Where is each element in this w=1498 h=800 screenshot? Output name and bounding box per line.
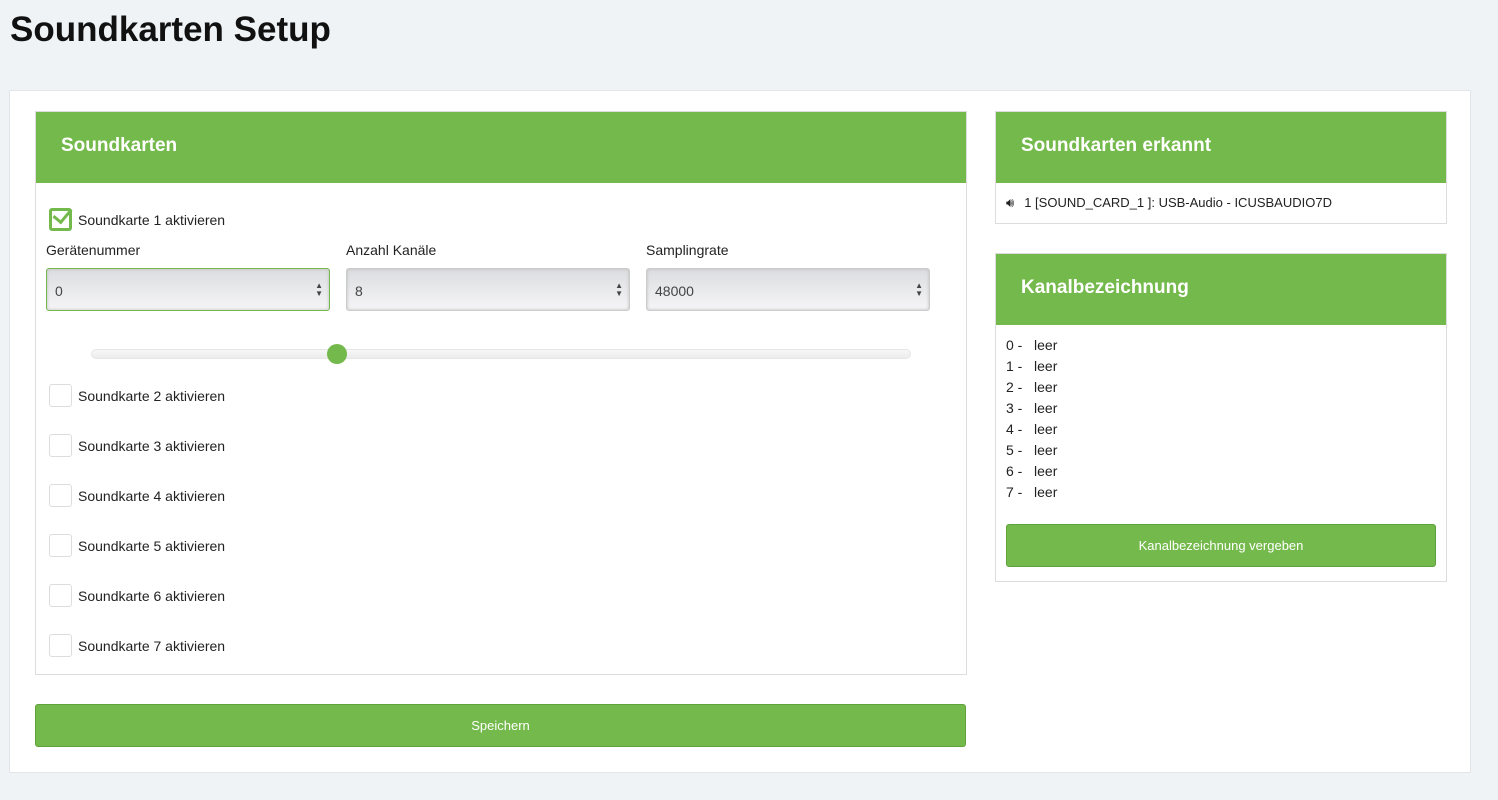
channel-count-label: Anzahl Kanäle bbox=[346, 242, 437, 258]
channel-name: leer bbox=[1034, 400, 1058, 416]
checkbox-label: Soundkarte 6 aktivieren bbox=[78, 587, 226, 604]
channel-item: 3 - leer bbox=[1006, 400, 1057, 416]
slider-track[interactable] bbox=[91, 344, 911, 364]
soundcard-7-checkbox[interactable]: Soundkarte 7 aktivieren bbox=[49, 634, 225, 657]
checkbox-icon[interactable] bbox=[49, 208, 72, 231]
slider-thumb[interactable] bbox=[327, 344, 348, 364]
save-button[interactable]: Speichern bbox=[35, 704, 966, 747]
select-arrows-icon: ▲ ▼ bbox=[915, 281, 923, 298]
channel-number: 4 - bbox=[1006, 421, 1023, 437]
channel-number: 0 - bbox=[1006, 337, 1023, 353]
soundcard-2-checkbox[interactable]: Soundkarte 2 aktivieren bbox=[49, 384, 225, 407]
device-number-select[interactable]: 0 ▲ ▼ bbox=[46, 268, 330, 311]
sampling-rate-label: Samplingrate bbox=[646, 242, 729, 258]
detected-card: 1 [SOUND_CARD_1 ]: USB-Audio - ICUSBAUDI… bbox=[1024, 195, 1332, 210]
channel-name: leer bbox=[1034, 484, 1058, 500]
checkbox-label: Soundkarte 7 aktivieren bbox=[78, 637, 226, 654]
channel-name: leer bbox=[1034, 442, 1058, 458]
channel-name: leer bbox=[1034, 421, 1058, 437]
soundcard-3-checkbox[interactable]: Soundkarte 3 aktivieren bbox=[49, 434, 225, 457]
checkbox-label: Soundkarte 1 aktivieren bbox=[78, 211, 226, 228]
page-title: Soundkarten Setup bbox=[10, 10, 331, 49]
channel-name: leer bbox=[1034, 337, 1058, 353]
checkbox-icon[interactable] bbox=[49, 634, 72, 657]
checkbox-icon[interactable] bbox=[49, 534, 72, 557]
main-container: Soundkarten Soundkarte 1 aktivieren Sound… bbox=[9, 90, 1471, 773]
channel-item: 0 - leer bbox=[1006, 337, 1057, 353]
select-value: 0 bbox=[55, 283, 63, 299]
channel-number: 7 - bbox=[1006, 484, 1023, 500]
channel-count-select[interactable]: 8 ▲ ▼ bbox=[346, 268, 630, 311]
channel-panel: Kanalbezeichnung 0 - leer 1 - leer 2 - lee… bbox=[995, 253, 1447, 582]
checkbox-icon[interactable] bbox=[49, 384, 72, 407]
soundcard-5-checkbox[interactable]: Soundkarte 5 aktivieren bbox=[49, 534, 225, 557]
checkbox-label: Soundkarte 4 aktivieren bbox=[78, 487, 226, 504]
select-arrows-icon: ▲ ▼ bbox=[615, 281, 623, 298]
channel-item: 5 - leer bbox=[1006, 442, 1057, 458]
checkbox-label: Soundkarte 3 aktivieren bbox=[78, 437, 226, 454]
sampling-rate-select[interactable]: 48000 ▲ ▼ bbox=[646, 268, 930, 311]
select-arrows-icon: ▲ ▼ bbox=[315, 281, 323, 298]
channel-number: 5 - bbox=[1006, 442, 1023, 458]
checkbox-icon[interactable] bbox=[49, 584, 72, 607]
channel-header: Kanalbezeichnung bbox=[996, 254, 1446, 325]
channel-name: leer bbox=[1034, 463, 1058, 479]
channel-item: 4 - leer bbox=[1006, 421, 1057, 437]
channel-item: 1 - leer bbox=[1006, 358, 1057, 374]
checkbox-label: Soundkarte 2 aktivieren bbox=[78, 387, 226, 404]
channel-number: 6 - bbox=[1006, 463, 1023, 479]
soundcard-1-checkbox[interactable]: Soundkarte 1 aktivieren bbox=[49, 208, 225, 231]
soundcard-6-checkbox[interactable]: Soundkarte 6 aktivieren bbox=[49, 584, 225, 607]
checkbox-icon[interactable] bbox=[49, 484, 72, 507]
select-value: 48000 bbox=[655, 283, 694, 299]
channel-item: 2 - leer bbox=[1006, 379, 1057, 395]
soundcards-panel: Soundkarten Soundkarte 1 aktivieren Sound… bbox=[35, 111, 967, 675]
select-value: 8 bbox=[355, 283, 363, 299]
speaker-icon: 🔊︎ bbox=[1006, 195, 1015, 210]
checkbox-icon[interactable] bbox=[49, 434, 72, 457]
channel-item: 6 - leer bbox=[1006, 463, 1057, 479]
device-number-label: Gerätenummer bbox=[46, 242, 141, 258]
detected-header: Soundkarten erkannt bbox=[996, 112, 1446, 183]
detected-panel: Soundkarten erkannt 🔊︎ 1 [SOUND_CARD_1 ]… bbox=[995, 111, 1447, 224]
assign-channel-names-button[interactable]: Kanalbezeichnung vergeben bbox=[1006, 524, 1436, 567]
checkbox-label: Soundkarte 5 aktivieren bbox=[78, 537, 226, 554]
channel-item: 7 - leer bbox=[1006, 484, 1057, 500]
channel-number: 1 - bbox=[1006, 358, 1023, 374]
channel-number: 2 - bbox=[1006, 379, 1023, 395]
soundcards-header: Soundkarten bbox=[36, 112, 966, 183]
channel-name: leer bbox=[1034, 379, 1058, 395]
soundcard-4-checkbox[interactable]: Soundkarte 4 aktivieren bbox=[49, 484, 225, 507]
channel-name: leer bbox=[1034, 358, 1058, 374]
channel-number: 3 - bbox=[1006, 400, 1023, 416]
